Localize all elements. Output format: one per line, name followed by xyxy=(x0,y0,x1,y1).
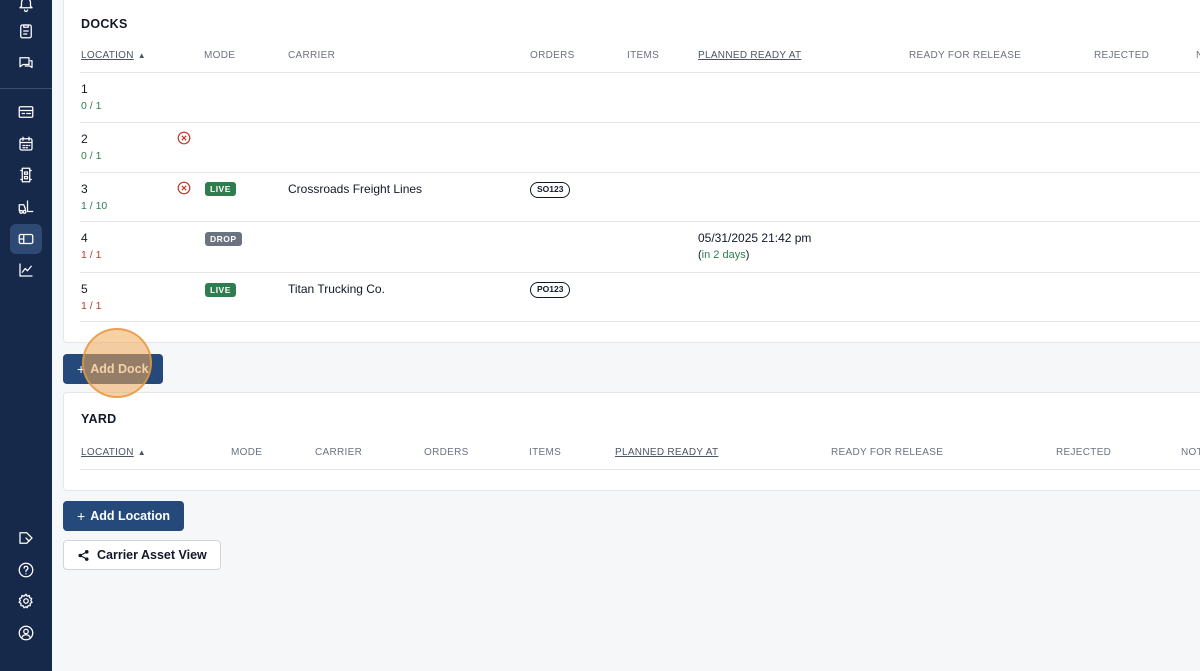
header-items: ITEMS xyxy=(627,50,660,61)
row-capacity: 1 / 1 xyxy=(81,300,102,312)
header-carrier: CARRIER xyxy=(288,50,336,61)
header-mode: MODE xyxy=(204,50,236,61)
header-ready-for-release: READY FOR RELEASE xyxy=(831,447,944,458)
circle-x-icon[interactable] xyxy=(177,181,191,195)
add-dock-button[interactable]: + Add Dock xyxy=(63,354,163,384)
row-location: 4 xyxy=(81,231,88,245)
header-divider xyxy=(80,469,1200,470)
calendar-icon[interactable] xyxy=(16,134,36,154)
header-planned-ready-at[interactable]: PLANNED READY AT xyxy=(615,447,718,458)
row-planned-ready-at: 05/31/2025 21:42 pm xyxy=(698,231,812,245)
map-icon[interactable] xyxy=(16,229,36,249)
dock-icon[interactable] xyxy=(16,165,36,185)
row-divider xyxy=(80,122,1200,123)
user-icon[interactable] xyxy=(16,623,36,643)
header-location[interactable]: LOCATION ▲ xyxy=(81,50,146,61)
row-divider xyxy=(80,321,1200,322)
gear-icon[interactable] xyxy=(16,591,36,611)
bell-icon[interactable] xyxy=(16,0,36,14)
row-divider xyxy=(80,221,1200,222)
sidebar xyxy=(0,0,52,671)
row-divider xyxy=(80,272,1200,273)
row-planned-relative: (in 2 days) xyxy=(698,249,750,261)
row-capacity: 1 / 10 xyxy=(81,200,108,212)
add-location-button[interactable]: + Add Location xyxy=(63,501,185,531)
chart-icon[interactable] xyxy=(16,260,36,280)
list-card-icon[interactable] xyxy=(16,102,36,122)
yard-panel: YARD LOCATION ▲ MODE CARRIER ORDERS ITEMS… xyxy=(63,392,1200,491)
order-pill[interactable]: PO123 xyxy=(530,282,571,298)
docks-panel: DOCKS LOCATION ▲ MODE CARRIER ORDERS ITEM… xyxy=(63,0,1200,343)
header-notes: N xyxy=(1196,50,1200,61)
row-location: 5 xyxy=(81,282,88,296)
sort-asc-icon: ▲ xyxy=(137,448,146,457)
order-pill[interactable]: SO123 xyxy=(530,182,571,198)
header-location[interactable]: LOCATION ▲ xyxy=(81,447,146,458)
mode-badge-live: LIVE xyxy=(205,182,236,196)
header-ready-for-release: READY FOR RELEASE xyxy=(909,50,1022,61)
mode-badge-drop: DROP xyxy=(205,232,242,246)
row-carrier: Titan Trucking Co. xyxy=(288,282,385,296)
header-orders: ORDERS xyxy=(530,50,575,61)
row-capacity: 1 / 1 xyxy=(81,249,102,261)
share-icon xyxy=(78,549,89,561)
header-items: ITEMS xyxy=(529,447,562,458)
header-mode: MODE xyxy=(231,447,263,458)
carrier-asset-view-button[interactable]: Carrier Asset View xyxy=(63,540,221,570)
yard-title: YARD xyxy=(81,412,117,426)
header-notes: NOT xyxy=(1181,447,1200,458)
header-rejected: REJECTED xyxy=(1056,447,1112,458)
chat-icon[interactable] xyxy=(16,53,36,73)
plus-icon: + xyxy=(77,508,86,524)
clipboard-icon[interactable] xyxy=(16,21,36,41)
row-capacity: 0 / 1 xyxy=(81,150,102,162)
row-divider xyxy=(80,172,1200,173)
header-carrier: CARRIER xyxy=(315,447,363,458)
row-location: 3 xyxy=(81,182,88,196)
help-icon[interactable] xyxy=(16,560,36,580)
row-location: 1 xyxy=(81,82,88,96)
plus-icon: + xyxy=(77,361,86,377)
sidebar-divider xyxy=(0,88,52,89)
row-location: 2 xyxy=(81,132,88,146)
docks-title: DOCKS xyxy=(81,17,128,31)
mode-badge-live: LIVE xyxy=(205,283,236,297)
forklift-icon[interactable] xyxy=(16,197,36,217)
circle-x-icon[interactable] xyxy=(177,131,191,145)
row-carrier: Crossroads Freight Lines xyxy=(288,182,423,196)
row-capacity: 0 / 1 xyxy=(81,100,102,112)
header-planned-ready-at[interactable]: PLANNED READY AT xyxy=(698,50,801,61)
header-divider xyxy=(80,72,1200,73)
header-rejected: REJECTED xyxy=(1094,50,1150,61)
tag-icon[interactable] xyxy=(16,528,36,548)
header-orders: ORDERS xyxy=(424,447,469,458)
sort-asc-icon: ▲ xyxy=(137,51,146,60)
